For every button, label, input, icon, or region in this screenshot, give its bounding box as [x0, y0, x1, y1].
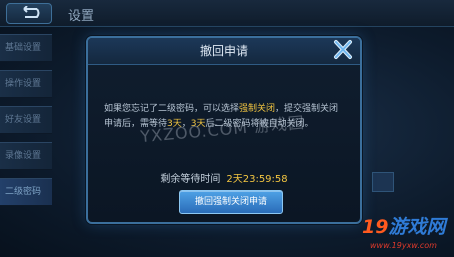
revoke-force-close-button[interactable]: 撤回强制关闭申请 — [179, 190, 283, 214]
sidebar-item-label: 基础设置 — [5, 43, 42, 53]
sidebar-item-label: 操作设置 — [5, 79, 42, 89]
dialog-header: 撤回申请 — [88, 38, 360, 65]
dialog-title: 撤回申请 — [199, 44, 248, 58]
back-button[interactable] — [6, 3, 52, 24]
page-title: 设置 — [68, 9, 95, 24]
message-text: 如果您忘记了二级密码，可以选择 — [104, 104, 240, 114]
sidebar-item-label: 录像设置 — [5, 151, 42, 161]
countdown-label: 剩余等待时间 — [160, 174, 221, 185]
sidebar-item-label: 好友设置 — [5, 115, 42, 125]
sidebar-item-replay[interactable]: 录像设置 — [0, 142, 52, 170]
logo-name: 游戏网 — [388, 216, 446, 238]
top-bar: 设置 — [0, 0, 454, 27]
background-button-fragment — [372, 172, 394, 192]
sidebar: 基础设置 操作设置 好友设置 录像设置 二级密码 — [0, 34, 52, 214]
logo-text: 19游戏网 — [362, 212, 445, 239]
sidebar-item-operation[interactable]: 操作设置 — [0, 70, 52, 98]
sidebar-item-secondary-password[interactable]: 二级密码 — [0, 178, 52, 206]
back-arrow-icon — [23, 6, 40, 18]
countdown-row: 剩余等待时间 2天23:59:58 — [88, 170, 360, 185]
close-icon — [334, 40, 352, 59]
close-button[interactable] — [329, 38, 357, 62]
sidebar-item-label: 二级密码 — [5, 187, 42, 197]
countdown-value: 2天23:59:58 — [226, 174, 288, 185]
logo-number: 19 — [362, 216, 389, 238]
logo-url: www.19yxw.com — [370, 241, 437, 250]
sidebar-item-friends[interactable]: 好友设置 — [0, 106, 52, 134]
site-logo: 19游戏网 www.19yxw.com — [362, 212, 450, 254]
sidebar-item-basic[interactable]: 基础设置 — [0, 34, 52, 62]
